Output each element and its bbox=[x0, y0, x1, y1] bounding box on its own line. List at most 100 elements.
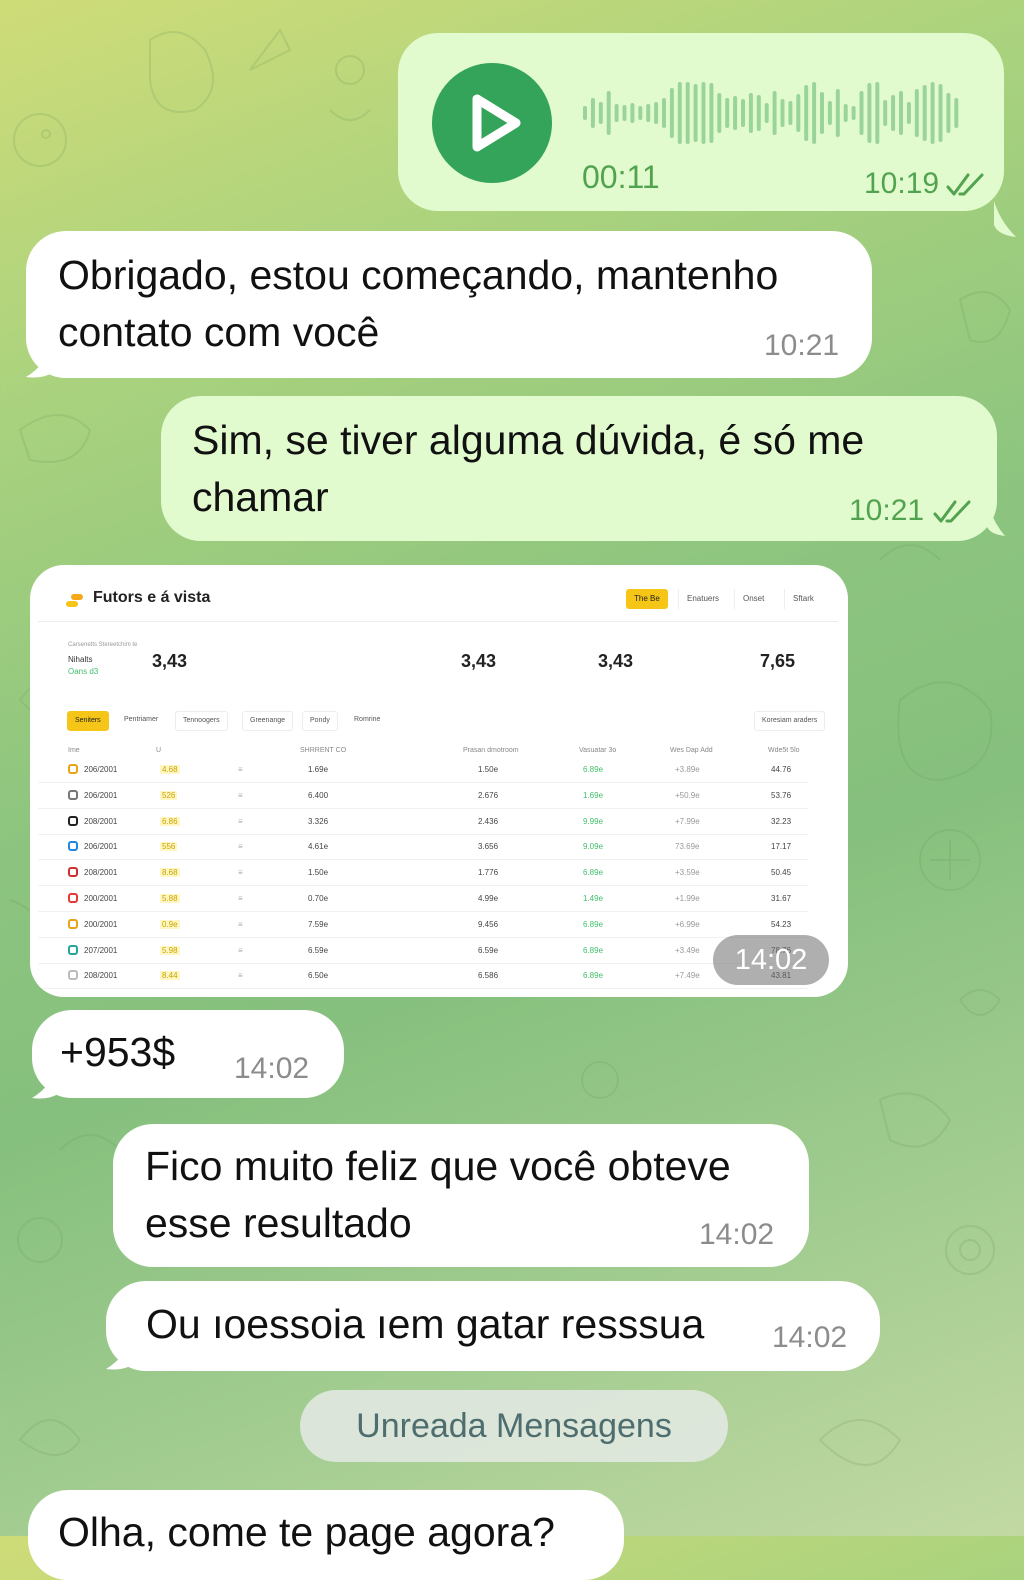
table-cell: +6.99e bbox=[675, 919, 700, 929]
menu-icon: ≡ bbox=[238, 971, 243, 981]
double-check-icon bbox=[933, 500, 971, 523]
table-cell: 6.400 bbox=[308, 790, 329, 800]
image-time-badge: 14:02 bbox=[713, 935, 829, 985]
table-cell: 208/2001 bbox=[84, 816, 118, 826]
tab-the-be: The Be bbox=[626, 589, 668, 609]
filter-chip: Tennoogers bbox=[175, 711, 228, 731]
bubble-tail bbox=[26, 343, 52, 378]
table-cell: 50.45 bbox=[771, 868, 792, 878]
voice-message-bubble[interactable]: 00:11 10:19 bbox=[398, 33, 1016, 237]
table-cell: 206/2001 bbox=[84, 765, 118, 774]
play-button[interactable] bbox=[432, 63, 552, 183]
bubble-tail bbox=[994, 201, 1016, 237]
table-cell: 9.456 bbox=[478, 919, 499, 929]
table-cell: +1.99e bbox=[675, 894, 700, 903]
incoming-message[interactable]: Obrigado, estou começando, mantenho cont… bbox=[26, 231, 872, 378]
table-cell: 4.68 bbox=[160, 765, 180, 774]
message-line: esse resultado bbox=[145, 1200, 412, 1246]
table-cell: 6.89e bbox=[583, 919, 604, 929]
table-cell: 526 bbox=[160, 790, 178, 800]
bubble-tail bbox=[32, 1064, 58, 1099]
table-cell: 9.99e bbox=[583, 816, 604, 826]
bubble-tail bbox=[987, 502, 1005, 536]
message-time: 10:21 bbox=[764, 329, 840, 362]
message-line: contato com você bbox=[58, 309, 380, 355]
table-cell: 6.86 bbox=[160, 816, 180, 826]
incoming-message[interactable]: +953$ 14:02 bbox=[32, 1010, 344, 1099]
table-cell: 8.44 bbox=[160, 971, 180, 981]
table-cell: +50.9e bbox=[675, 790, 700, 800]
filter-chip: Greenange bbox=[242, 711, 294, 731]
table-cell: 5.98 bbox=[160, 945, 180, 955]
menu-icon: ≡ bbox=[238, 945, 243, 955]
coin-icon bbox=[68, 944, 78, 955]
message-line: Fico muito feliz que você obteve bbox=[145, 1143, 731, 1189]
column-header: Prasan dmotroom bbox=[463, 747, 519, 754]
menu-icon: ≡ bbox=[238, 816, 243, 826]
table-cell: 6.50e bbox=[308, 971, 329, 981]
table-cell: 6.89e bbox=[583, 945, 604, 955]
message-time: 14:02 bbox=[699, 1218, 775, 1251]
message-text: Fico muito feliz que você obteve esse re… bbox=[145, 1138, 731, 1252]
coin-icon bbox=[68, 893, 78, 903]
table-cell: +3.59e bbox=[675, 868, 700, 878]
message-text: +953$ bbox=[60, 1029, 176, 1075]
table-row: ≡ 206/2001 4.68 1.69e 1.50e 6.89e +3.89e 44.76 bbox=[38, 757, 808, 783]
tab-enatuers: Enatuers bbox=[678, 589, 727, 609]
message-text: Ou ıoessoia ıem gatar resssua bbox=[146, 1301, 705, 1347]
table-cell: 32.23 bbox=[771, 816, 792, 826]
table-cell: +7.99e bbox=[675, 816, 700, 826]
table-cell: 31.67 bbox=[771, 894, 792, 903]
trading-screenshot: Futors e á vista The Be Enatuers Onset S… bbox=[38, 579, 838, 991]
stat-value: 7,65 bbox=[760, 651, 796, 671]
message-time: 14:02 bbox=[772, 1321, 848, 1354]
coin-icon bbox=[68, 764, 78, 774]
menu-icon: ≡ bbox=[238, 868, 243, 878]
filter-chip: Pondy bbox=[302, 711, 338, 731]
table-cell: 6.89e bbox=[583, 868, 604, 878]
table-cell: 6.59e bbox=[308, 945, 329, 955]
voice-duration: 00:11 bbox=[582, 159, 660, 195]
table-cell: 2.676 bbox=[478, 790, 499, 800]
table-row: ≡ 206/2001 526 6.400 2.676 1.69e +50.9e 53.76 bbox=[38, 783, 808, 809]
image-message[interactable]: Futors e á vista The Be Enatuers Onset S… bbox=[30, 565, 848, 997]
table-cell: 1.69e bbox=[308, 765, 329, 774]
play-icon bbox=[472, 94, 521, 152]
menu-icon: ≡ bbox=[238, 765, 243, 774]
coin-icon bbox=[68, 918, 78, 929]
message-line: chamar bbox=[192, 474, 329, 520]
table-cell: 6.89e bbox=[583, 971, 604, 981]
filter-bar: Seniters Pentriamer Tennoogers Greenange… bbox=[64, 709, 836, 731]
unread-messages-divider: Unreada Mensagens bbox=[300, 1390, 728, 1462]
screenshot-title: Futors e á vista bbox=[93, 589, 211, 606]
table-cell: 200/2001 bbox=[84, 894, 118, 903]
table-cell: 0.70e bbox=[308, 894, 329, 903]
table-cell: 207/2001 bbox=[84, 945, 118, 955]
incoming-message[interactable]: Olha, come te page agora? bbox=[28, 1490, 624, 1580]
column-header: Vasuatar 3o bbox=[579, 747, 617, 754]
table-row: ≡ 200/2001 5.88 0.70e 4.99e 1.49e +1.99e 31.67 bbox=[38, 886, 808, 912]
menu-icon: ≡ bbox=[238, 919, 243, 929]
message-time: 14:02 bbox=[234, 1052, 310, 1085]
message-text: Obrigado, estou começando, mantenho cont… bbox=[58, 247, 778, 361]
outgoing-message[interactable]: Sim, se tiver alguma dúvida, é só me cha… bbox=[161, 396, 1005, 541]
table-row: ≡207/20015.986.59e6.59e6.89e+3.49e78.76 bbox=[38, 938, 808, 964]
bubble-tail bbox=[106, 1335, 132, 1370]
audio-waveform[interactable] bbox=[581, 81, 961, 145]
column-header: Wde5t 5lo bbox=[768, 747, 800, 754]
message-time: 10:19 bbox=[864, 167, 940, 200]
coin-icon bbox=[68, 867, 78, 878]
table-cell: +7.49e bbox=[675, 971, 700, 981]
table-cell: 8.68 bbox=[160, 868, 180, 878]
table-row: ≡ 208/2001 6.86 3.326 2.436 9.99e +7.99e 32.23 bbox=[38, 809, 808, 835]
incoming-message[interactable]: Fico muito feliz que você obteve esse re… bbox=[113, 1124, 809, 1267]
tab-onset: Onset bbox=[734, 589, 772, 609]
left-sub: Oans d3 bbox=[68, 667, 99, 676]
incoming-message[interactable]: Ou ıoessoia ıem gatar resssua 14:02 bbox=[106, 1281, 880, 1371]
table-cell: 4.61e bbox=[308, 842, 329, 852]
message-text: Olha, come te page agora? bbox=[58, 1509, 555, 1555]
table-cell: 54.23 bbox=[771, 919, 792, 929]
screenshot-header: Futors e á vista The Be Enatuers Onset S… bbox=[38, 579, 838, 622]
table-row: ≡208/20018.446.50e6.5866.89e+7.49e43.81 bbox=[38, 963, 808, 990]
table-row: ≡ 206/2001 556 4.61e 3.656 9.09e 73.69e 17.17 bbox=[38, 834, 808, 861]
